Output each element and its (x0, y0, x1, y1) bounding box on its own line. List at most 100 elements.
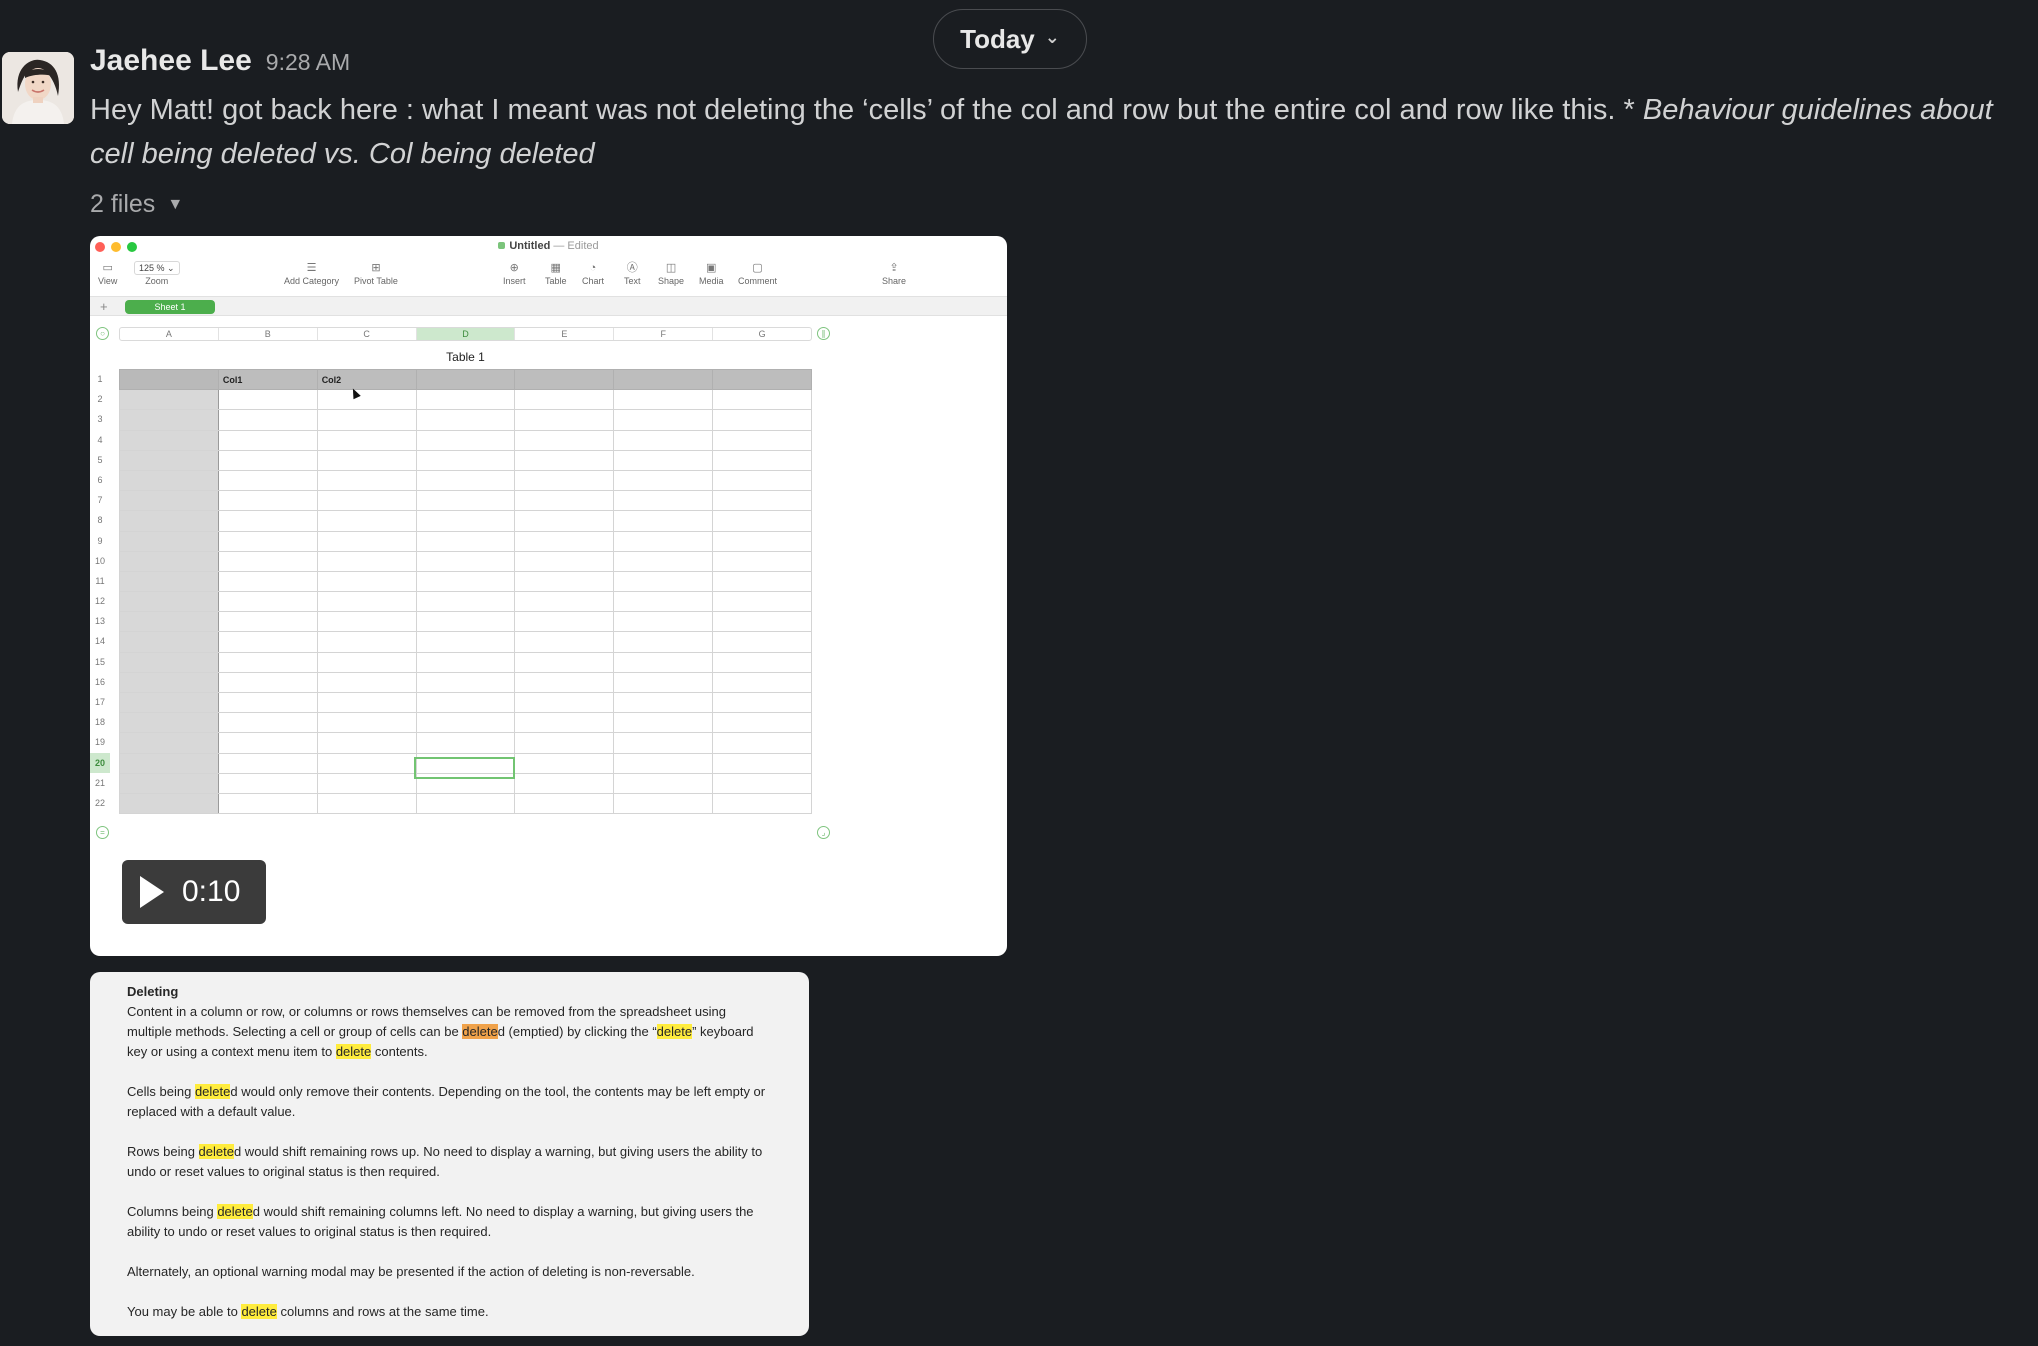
table-cell (217, 712, 318, 734)
pivot-icon: ⊞ (371, 262, 381, 274)
list-icon: ☰ (306, 262, 317, 274)
table-cell (415, 671, 516, 694)
table-cell (316, 752, 417, 774)
table-cell (217, 429, 318, 451)
row-number: 21 (94, 777, 105, 788)
insert-icon: ⊕ (509, 262, 519, 274)
doc-paragraph-1: Content in a column or row, or columns o… (127, 1002, 773, 1062)
table-cell (712, 651, 812, 673)
column-header: E (515, 328, 615, 340)
table-cell (415, 591, 516, 613)
row-number: 2 (97, 394, 103, 405)
table-cell (712, 490, 812, 512)
insert-label: Insert (503, 276, 526, 286)
table-cell (316, 550, 417, 572)
video-play-button[interactable]: 0:10 (122, 860, 266, 924)
table-cell (415, 530, 516, 552)
table-cell (613, 772, 714, 794)
table-cell (415, 712, 516, 734)
table-cell (712, 671, 812, 694)
message-timestamp[interactable]: 9:28 AM (266, 49, 350, 76)
table-row (119, 409, 812, 431)
sidebar-icon: ▭ (102, 262, 113, 274)
table-cell (415, 691, 516, 714)
table-row (119, 671, 812, 694)
text-tool: Ⓐ Text (624, 260, 641, 286)
files-toggle[interactable]: 2 files ▼ (90, 190, 2020, 219)
table-cell (217, 752, 318, 774)
table-cell (712, 772, 812, 794)
table-cell (217, 409, 318, 431)
doc-paragraph-2: Cells being deleted would only remove th… (127, 1082, 773, 1122)
table-cell (514, 449, 615, 471)
table-cell (217, 530, 318, 552)
doc-text: Cells being (127, 1084, 195, 1099)
table-cell (415, 792, 516, 815)
table-cell (514, 510, 615, 532)
table-cell (316, 490, 417, 512)
table-cell (119, 530, 219, 552)
table-cell (613, 752, 714, 774)
table-cell (316, 772, 417, 794)
files-label: 2 files (90, 190, 156, 218)
table-cell (514, 530, 615, 552)
insert-tool: ⊕ Insert (503, 260, 526, 286)
table-cell: Col1 (217, 368, 318, 391)
add-category-label: Add Category (284, 276, 340, 286)
search-highlight: delete (241, 1304, 277, 1319)
avatar[interactable] (2, 52, 74, 124)
row-number: 6 (97, 474, 103, 485)
message-text: Hey Matt! got back here : what I meant w… (90, 88, 2000, 176)
table-cell (613, 591, 714, 613)
row-number: 12 (94, 596, 105, 607)
table-cell (613, 792, 714, 815)
table-cell (613, 368, 714, 391)
video-attachment[interactable]: Untitled — Edited ▭ View 125 % ⌄ Zoom ☰ Add… (90, 236, 1007, 956)
table-row (119, 631, 812, 653)
table-cell (415, 490, 516, 512)
table-cell (712, 429, 812, 451)
table-row (119, 591, 812, 613)
sender-name[interactable]: Jaehee Lee (90, 44, 252, 78)
table-cell (514, 631, 615, 653)
document-icon (498, 242, 506, 249)
chart-icon: ◔ (589, 262, 597, 274)
table-cell (712, 368, 812, 391)
image-attachment[interactable]: Deleting Content in a column or row, or … (90, 972, 809, 1336)
table-cell (514, 570, 615, 593)
table-icon: ▦ (550, 262, 561, 274)
row-number: 22 (94, 797, 105, 808)
table-cell (613, 429, 714, 451)
column-header: G (758, 329, 766, 339)
zoom-tool: 125 % ⌄ Zoom (134, 260, 180, 286)
table-row (119, 429, 812, 451)
share-icon: ⇪ (889, 262, 899, 274)
table-cell (415, 631, 516, 653)
table-cell (316, 712, 417, 734)
row-number: 9 (97, 535, 103, 546)
table-cell (217, 469, 318, 492)
table-cell (613, 712, 714, 734)
table-cell (217, 651, 318, 673)
table-cell (119, 490, 219, 512)
table-cell (712, 611, 812, 633)
video-duration: 0:10 (182, 875, 241, 908)
view-label: View (98, 276, 118, 286)
spreadsheet-table: Col1 Col2 (119, 368, 812, 815)
doc-paragraph-5: Alternately, an optional warning modal m… (127, 1264, 695, 1279)
search-highlight: delete (194, 1084, 231, 1099)
table-cell (514, 712, 615, 734)
table-tool: ▦ Table (545, 260, 567, 286)
document-name: Untitled (509, 240, 551, 252)
doc-heading: Deleting (127, 984, 179, 999)
table-cell (217, 792, 318, 815)
table-cell (712, 550, 812, 572)
row-number: 19 (94, 737, 105, 748)
doc-text: columns and rows at the same time. (276, 1304, 489, 1319)
table-cell (316, 691, 417, 714)
table-cell (613, 671, 714, 694)
table-cell (514, 772, 615, 794)
play-icon (140, 876, 164, 908)
table-cell (613, 469, 714, 492)
table-cell (514, 409, 615, 431)
